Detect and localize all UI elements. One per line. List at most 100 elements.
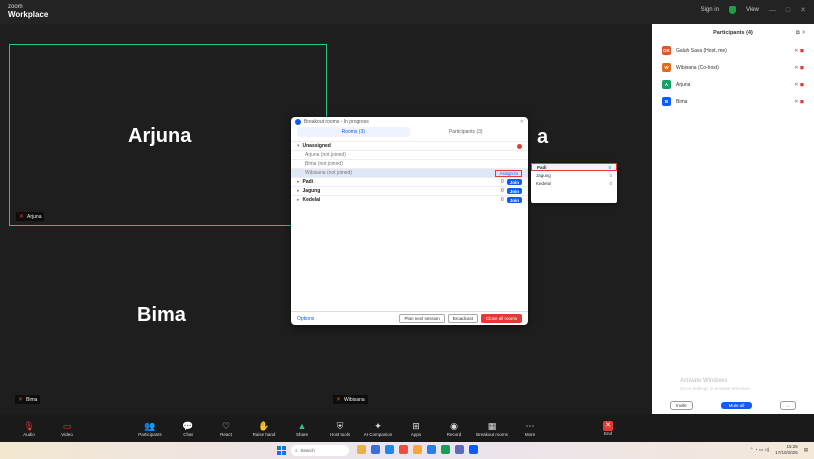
minimize-icon[interactable]: —	[769, 7, 776, 14]
room-kedelai[interactable]: ▸ Kedelai 0 Join	[291, 195, 528, 204]
chevron-right-icon: ▸	[297, 179, 300, 185]
mic-muted-icon: ✕	[336, 397, 342, 403]
video-tile-arjuna[interactable]: Arjuna ✕ Arjuna	[9, 44, 327, 226]
member-row-wibisana[interactable]: Wibisana (not joined) Assign to	[291, 168, 528, 177]
react-button[interactable]: ♡ React	[207, 420, 245, 437]
audio-button[interactable]: 🎙 Audio	[10, 420, 48, 437]
name-tag: ✕ Bima	[15, 395, 41, 404]
participant-row[interactable]: B Bima ✕ ◼	[652, 93, 814, 110]
join-button[interactable]: Join	[506, 188, 522, 194]
close-icon[interactable]: ✕	[520, 119, 524, 125]
title-bar: zoom Workplace Sign in View — □ ✕	[0, 0, 814, 24]
zoom-window: zoom Workplace Sign in View — □ ✕ Arjuna…	[0, 0, 814, 459]
breakout-rooms-icon: ▦	[487, 420, 497, 431]
tag-label: Bima	[26, 396, 38, 403]
search-icon: ⌕	[295, 448, 298, 453]
mute-all-button[interactable]: Mute all	[720, 402, 753, 409]
member-row-bima[interactable]: Bima (not joined)	[291, 159, 528, 168]
windows-taskbar: ⌕ Search ⌃ ◔ ▭ ◁) 15:26 17/10/2025 ▤	[0, 442, 814, 459]
member-label: Bima (not joined)	[305, 161, 343, 167]
app-icon[interactable]	[469, 445, 478, 454]
room-padi[interactable]: ▸ Padi 0 Join	[291, 177, 528, 186]
mic-video-muted-icon: ✕ ◼	[794, 47, 804, 54]
tab-participants[interactable]: Participants (3)	[410, 127, 523, 137]
assign-to-button[interactable]: Assign to	[495, 169, 522, 177]
avatar: B	[662, 97, 671, 106]
options-link[interactable]: Options	[297, 316, 314, 322]
dropdown-item-kedelai[interactable]: Kedelai 0	[531, 179, 617, 187]
share-button[interactable]: ▲ Share	[283, 420, 321, 437]
tab-rooms[interactable]: Rooms (3)	[297, 127, 410, 137]
participant-row[interactable]: W Wibisana (Co-host) ✕ ◼	[652, 59, 814, 76]
close-icon[interactable]: ✕	[800, 6, 806, 14]
notification-icon[interactable]: ▤	[804, 447, 808, 453]
video-button[interactable]: ▭ Video	[48, 420, 86, 437]
ai-companion-button[interactable]: ✦ AI Companion	[359, 420, 397, 437]
join-button[interactable]: Join	[506, 197, 522, 203]
more-button[interactable]: ...	[780, 401, 796, 410]
view-button[interactable]: View	[746, 7, 759, 13]
dropdown-count: 0	[609, 180, 612, 186]
popout-close-icons[interactable]: ⧉ ✕	[796, 30, 806, 37]
participant-row[interactable]: GK Galuh Sava (Host, me) ✕ ◼	[652, 42, 814, 59]
member-row-arjuna[interactable]: Arjuna (not joined)	[291, 150, 528, 159]
search-label: Search	[300, 448, 315, 453]
tile-name: Arjuna	[128, 125, 192, 147]
sign-in-link[interactable]: Sign in	[701, 7, 719, 13]
record-button[interactable]: ◉ Record	[435, 420, 473, 437]
close-all-rooms-button[interactable]: Close all rooms	[480, 314, 522, 323]
taskbar-search[interactable]: ⌕ Search	[291, 445, 349, 456]
date: 17/10/2025	[775, 450, 798, 455]
dropdown-item-jagung[interactable]: Jagung 0	[531, 171, 617, 179]
host-tools-button[interactable]: ⛨ Host tools	[321, 420, 359, 437]
room-jagung[interactable]: ▸ Jagung 0 Join	[291, 186, 528, 195]
app-icon[interactable]	[455, 445, 464, 454]
apps-icon: ⊞	[412, 420, 420, 431]
app-icon[interactable]	[371, 445, 380, 454]
participant-row[interactable]: A Arjuna ✕ ◼	[652, 76, 814, 93]
more-button[interactable]: ⋯ More	[511, 420, 549, 437]
dropdown-item-padi[interactable]: Padi 0	[531, 163, 617, 171]
dropdown-label: Kedelai	[536, 180, 552, 186]
app-icon[interactable]	[413, 445, 422, 454]
chat-button[interactable]: 💬 Chat	[169, 420, 207, 437]
room-unassigned[interactable]: ▾ Unassigned	[291, 141, 528, 150]
app-icon[interactable]	[357, 445, 366, 454]
plan-next-session-button[interactable]: Plan next session	[399, 314, 445, 323]
tool-label: More	[524, 431, 536, 437]
name-tag: ✕ Wibisana	[333, 395, 368, 404]
invite-button[interactable]: Invite	[670, 401, 693, 410]
participant-name: Galuh Sava (Host, me)	[676, 47, 727, 54]
app-icon[interactable]	[399, 445, 408, 454]
assign-to-dropdown: Padi 0 Jagung 0 Kedelai 0	[531, 163, 617, 203]
panel-footer: Invite Mute all ...	[652, 401, 814, 410]
raise-hand-button[interactable]: ✋ Raise hand	[245, 420, 283, 437]
tool-label: Chat	[183, 431, 193, 437]
apps-button[interactable]: ⊞ Apps	[397, 420, 435, 437]
room-label: Unassigned	[302, 143, 331, 149]
maximize-icon[interactable]: □	[786, 7, 790, 14]
windows-start-icon[interactable]	[277, 446, 286, 455]
taskbar-apps	[357, 445, 478, 454]
join-button[interactable]: Join	[506, 179, 522, 185]
video-tile-bima[interactable]: Bima ✕ Bima	[9, 226, 327, 408]
app-icon[interactable]	[385, 445, 394, 454]
participants-button[interactable]: 👥 Participants	[131, 420, 169, 437]
hand-icon: ✋	[258, 420, 270, 431]
member-label: Arjuna (not joined)	[305, 152, 346, 158]
tray-icons[interactable]: ⌃ ◔ ▭ ◁)	[750, 447, 769, 453]
mic-video-muted-icon: ✕ ◼	[794, 98, 804, 105]
broadcast-button[interactable]: Broadcast	[447, 314, 478, 323]
room-label: Padi	[302, 179, 314, 185]
tool-label: AI Companion	[363, 431, 393, 437]
chevron-right-icon: ▸	[297, 197, 300, 203]
app-icon[interactable]	[427, 445, 436, 454]
room-label: Jagung	[302, 188, 321, 194]
breakout-rooms-button[interactable]: ▦ Breakout rooms	[473, 420, 511, 437]
clock[interactable]: 15:26 17/10/2025	[775, 444, 798, 456]
end-button[interactable]: ✕ End	[589, 420, 627, 436]
room-count: 0	[500, 188, 504, 194]
shield-icon[interactable]	[728, 6, 736, 14]
tag-label: Arjuna	[27, 213, 42, 220]
app-icon[interactable]	[441, 445, 450, 454]
